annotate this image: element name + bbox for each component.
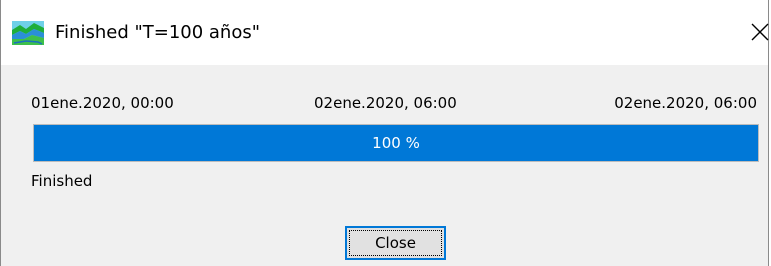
close-icon[interactable] [749, 21, 771, 43]
current-time-label: 02ene.2020, 06:00 [314, 94, 457, 112]
progress-bar: 100 % [33, 124, 759, 162]
close-button-label: Close [349, 230, 442, 256]
landscape-app-icon [12, 21, 44, 45]
status-text: Finished [31, 172, 93, 190]
progress-dialog: Finished "T=100 años" 01ene.2020, 00:00 … [0, 0, 769, 266]
title-bar[interactable]: Finished "T=100 años" [1, 0, 771, 65]
window-title: Finished "T=100 años" [55, 22, 261, 43]
start-time-label: 01ene.2020, 00:00 [31, 94, 174, 112]
close-button[interactable]: Close [345, 226, 446, 260]
dialog-body: 01ene.2020, 00:00 02ene.2020, 06:00 02en… [1, 65, 768, 266]
progress-percent-label: 100 % [372, 134, 420, 152]
end-time-label: 02ene.2020, 06:00 [614, 94, 757, 112]
